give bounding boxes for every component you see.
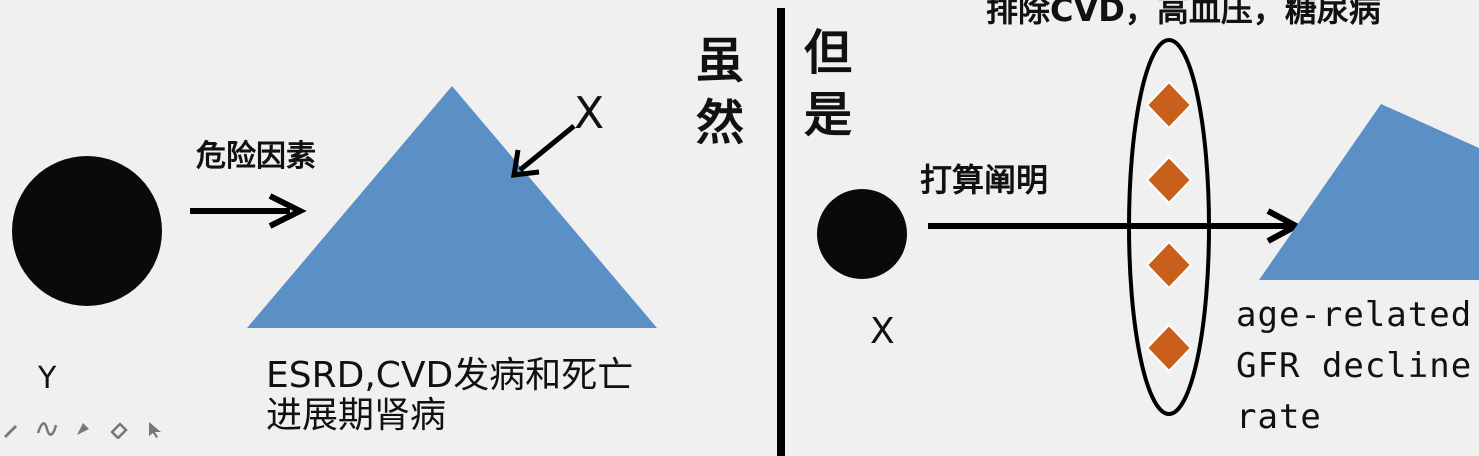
diamond [1145, 323, 1193, 373]
pointer-label-x: X [574, 88, 605, 139]
divider-char: 虽 [695, 33, 744, 89]
eraser-icon[interactable] [108, 418, 130, 440]
divider-char: 但 [803, 25, 852, 81]
divider-word-but: 但 是 [798, 22, 858, 147]
risk-arrow [190, 193, 307, 229]
diamond [1145, 155, 1193, 205]
divider-char: 是 [803, 87, 852, 144]
outcome-caption-line: 进展期肾病 [266, 395, 447, 437]
gfr-caption-line: rate [1236, 397, 1322, 437]
gfr-triangle [1259, 104, 1479, 280]
pen-icon[interactable] [0, 418, 22, 440]
risk-factor-label: 危险因素 [196, 139, 316, 174]
gfr-caption-line: GFR decline [1236, 346, 1473, 386]
slide: Y 危险因素 X ESRD,CVD发病和死亡 进展期肾病 虽 然 但 是 排除C… [0, 0, 1479, 456]
circle-label-x: X [870, 311, 895, 352]
divider-char: 然 [695, 95, 744, 152]
highlighter-icon[interactable] [72, 418, 94, 440]
gfr-caption: age-related GFR decline rate [1236, 290, 1472, 443]
circle-label-y: Y [38, 361, 57, 396]
annotation-toolbar [0, 418, 166, 440]
divider-word-although: 虽 然 [690, 30, 750, 155]
center-divider [777, 8, 785, 456]
intent-arrow [928, 208, 1303, 244]
intent-label: 打算阐明 [920, 161, 1049, 199]
outcome-caption-line: ESRD,CVD发病和死亡 [266, 355, 634, 396]
outcome-caption: ESRD,CVD发病和死亡 进展期肾病 [266, 355, 634, 437]
gfr-caption-line: age-related [1236, 295, 1473, 335]
diamond [1145, 80, 1193, 130]
risk-subject-circle [12, 156, 162, 306]
pointer-arrow [511, 124, 576, 178]
curve-icon[interactable] [36, 418, 58, 440]
target-subject-circle [817, 189, 907, 279]
pointer-icon[interactable] [144, 418, 166, 440]
exclusion-label: 排除CVD，高血压，糖尿病 [986, 0, 1381, 29]
diamond [1145, 240, 1193, 290]
